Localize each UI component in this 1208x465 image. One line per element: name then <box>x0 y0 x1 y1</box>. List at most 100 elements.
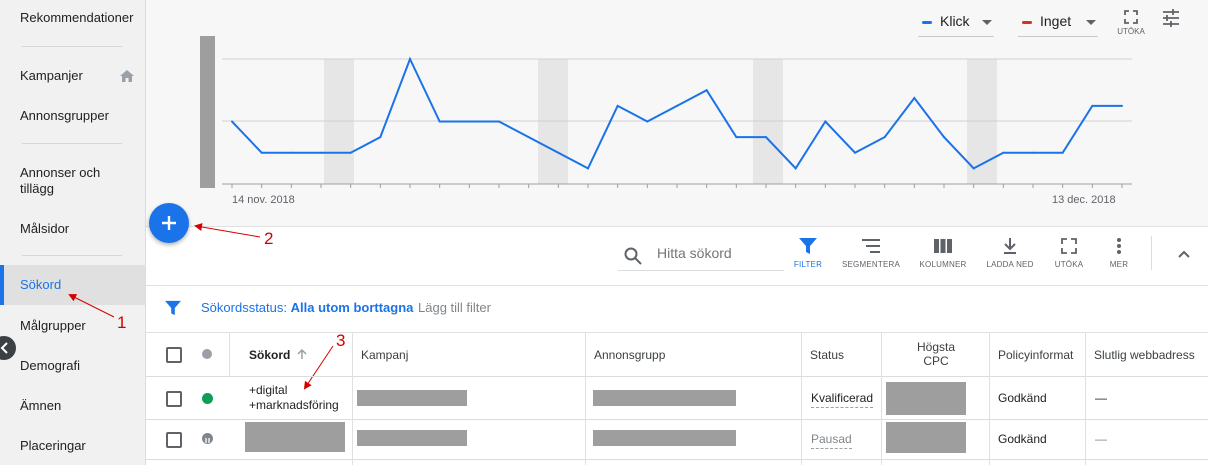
data-point <box>438 120 441 123</box>
filter-icon <box>799 238 817 254</box>
segment-button[interactable]: SEGMENTERA <box>840 238 902 269</box>
chevron-up-icon <box>1178 250 1190 258</box>
add-keyword-button[interactable] <box>149 203 189 243</box>
expand-button[interactable]: UTÖKA <box>1052 238 1086 269</box>
segment-icon <box>862 239 880 253</box>
columns-icon <box>934 239 952 253</box>
search-icon <box>624 247 642 265</box>
campaign-redacted <box>357 390 467 406</box>
performance-chart-panel: Klick Inget UTÖKA 14 nov. 2018 13 dec. 2… <box>146 0 1208 227</box>
header-slutlig-webbadress[interactable]: Slutlig webbadress <box>1086 332 1208 376</box>
plus-icon <box>162 216 176 230</box>
add-filter-link[interactable]: Lägg till filter <box>418 300 491 315</box>
keyword-cell[interactable]: +digital +marknadsföring <box>249 383 339 413</box>
data-point <box>705 89 708 92</box>
toolbar-divider <box>1151 236 1152 270</box>
policy-cell: Godkänd <box>998 391 1047 405</box>
data-point <box>1091 104 1094 107</box>
data-point <box>854 151 856 154</box>
data-point <box>379 136 382 139</box>
column-divider <box>1085 376 1086 465</box>
status-paused-icon <box>202 433 213 444</box>
campaign-redacted <box>357 430 467 446</box>
sidebar-item-sokord[interactable]: Sökord <box>0 265 145 305</box>
column-divider <box>585 376 586 465</box>
select-all-checkbox[interactable] <box>166 347 182 363</box>
header-hogsta-cpc[interactable]: Högsta CPC <box>882 332 990 376</box>
data-point <box>735 136 738 139</box>
data-point <box>231 120 233 123</box>
nav-divider <box>22 255 122 256</box>
column-divider <box>989 376 990 465</box>
status-enabled-icon <box>202 393 213 404</box>
chevron-left-icon <box>0 342 8 354</box>
header-annonsgrupp[interactable]: Annonsgrupp <box>586 332 802 376</box>
data-point <box>765 136 767 139</box>
column-divider <box>801 376 802 465</box>
filter-button[interactable]: FILTER <box>790 238 826 269</box>
header-select-cell <box>146 332 230 376</box>
data-point <box>794 167 797 170</box>
data-point <box>349 151 352 154</box>
data-point <box>972 167 975 170</box>
adgroup-redacted <box>593 390 736 406</box>
data-point <box>587 167 589 170</box>
more-vert-icon <box>1117 238 1121 254</box>
sidebar-item-demografi[interactable]: Demografi <box>0 358 145 373</box>
header-policyinformat[interactable]: Policyinformat <box>990 332 1086 376</box>
columns-button[interactable]: KOLUMNER <box>915 238 971 269</box>
collapse-chart-button[interactable] <box>1172 246 1196 264</box>
data-point <box>409 58 411 60</box>
data-point <box>290 151 293 154</box>
final-url-cell: — <box>1095 391 1107 405</box>
search-input[interactable] <box>655 244 784 262</box>
annotation-arrow <box>194 223 261 238</box>
sidebar-item-kampanjer[interactable]: Kampanjer <box>0 68 145 83</box>
column-divider <box>881 376 882 465</box>
data-point <box>824 120 827 123</box>
cpc-redacted <box>886 422 966 453</box>
row-divider <box>146 376 1208 377</box>
sidebar-item-malsidor[interactable]: Målsidor <box>0 221 145 236</box>
chart-redaction <box>200 36 215 188</box>
status-cell[interactable]: Kvalificerad <box>811 391 874 408</box>
more-button[interactable]: MER <box>1104 238 1134 269</box>
sidebar-item-amnen[interactable]: Ämnen <box>0 398 145 413</box>
data-point <box>1121 104 1123 107</box>
home-icon <box>120 70 134 85</box>
status-dot-icon <box>202 349 212 359</box>
filter-bar: Sökordsstatus: Alla utom borttagna Lägg … <box>146 285 1208 333</box>
keyword-redacted <box>245 422 345 452</box>
row-divider <box>146 459 1208 460</box>
download-icon <box>1004 238 1016 254</box>
collapse-sidebar-button[interactable] <box>0 336 16 360</box>
sidebar-item-annonsgrupper[interactable]: Annonsgrupper <box>0 108 145 123</box>
data-point <box>498 120 500 123</box>
header-status[interactable]: Status <box>802 332 882 376</box>
sidebar-item-annonser-och-tillagg[interactable]: Annonser och tillägg <box>0 165 145 197</box>
data-point <box>913 97 916 100</box>
download-button[interactable]: LADDA NED <box>982 238 1038 269</box>
sidebar-item-rekommendationer[interactable]: Rekommendationer <box>0 10 145 25</box>
active-filter-chip[interactable]: Sökordsstatus: Alla utom borttagna <box>201 300 413 315</box>
annotation-2: 2 <box>264 229 274 248</box>
final-url-cell: — <box>1095 432 1107 446</box>
data-point <box>1002 151 1005 154</box>
row-checkbox[interactable] <box>166 391 182 407</box>
data-point <box>468 120 471 123</box>
adgroup-redacted <box>593 430 736 446</box>
nav-divider <box>22 46 122 47</box>
header-kampanj[interactable]: Kampanj <box>353 332 586 376</box>
filter-icon <box>165 300 181 316</box>
sort-arrow-up-icon <box>297 348 307 359</box>
sidebar-item-placeringar[interactable]: Placeringar <box>0 438 145 453</box>
fullscreen-icon <box>1061 238 1077 254</box>
status-cell[interactable]: Pausad <box>811 432 852 449</box>
data-point <box>527 136 530 139</box>
chart-end-date: 13 dec. 2018 <box>1052 194 1116 206</box>
header-sokord[interactable]: Sökord <box>230 332 353 376</box>
policy-cell: Godkänd <box>998 432 1047 446</box>
column-divider <box>352 376 353 465</box>
row-checkbox[interactable] <box>166 432 182 448</box>
keyword-search[interactable] <box>618 240 784 271</box>
